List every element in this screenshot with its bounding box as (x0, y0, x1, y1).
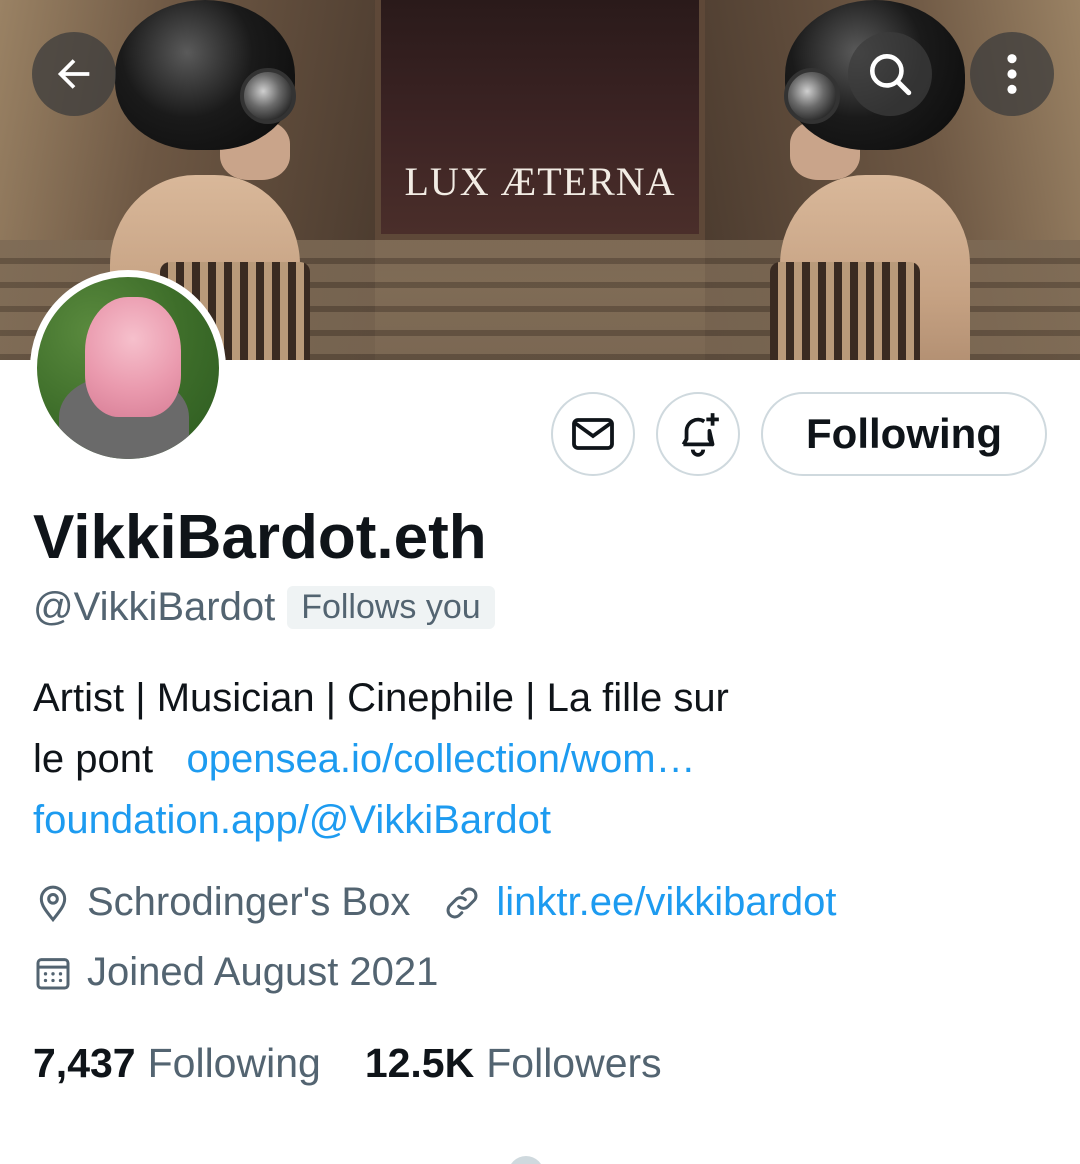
followers-count[interactable]: 12.5K (365, 1040, 474, 1087)
more-button[interactable] (970, 32, 1054, 116)
bio-line-3: foundation.app/@VikkiBardot (33, 790, 1033, 851)
location-pin-icon (39, 885, 67, 922)
more-vertical-icon (1007, 54, 1017, 94)
bio-link-foundation[interactable]: foundation.app/@VikkiBardot (33, 798, 551, 842)
display-name: VikkiBardot.eth (33, 503, 487, 572)
bio-line-2: le pont opensea.io/collection/wom… (33, 737, 696, 781)
banner-title: LUX ÆTERNA (404, 159, 676, 204)
avatar[interactable] (30, 270, 226, 466)
calendar-icon (36, 957, 70, 989)
following-label[interactable]: Following (148, 1040, 321, 1087)
following-button[interactable]: Following (761, 392, 1047, 476)
message-button[interactable] (551, 392, 635, 476)
notify-button[interactable] (656, 392, 740, 476)
arrow-left-icon (57, 59, 90, 89)
back-button[interactable] (32, 32, 116, 116)
mail-icon (572, 418, 614, 450)
search-icon (870, 54, 912, 96)
handle-row: @VikkiBardot Follows you (33, 585, 495, 630)
meta-row-joined: Joined August 2021 (33, 950, 470, 995)
link-icon (446, 887, 478, 918)
joined-item: Joined August 2021 (33, 950, 438, 995)
follows-you-badge: Follows you (287, 586, 495, 629)
meta-row-location: Schrodinger's Box linktr.ee/vikkibardot (33, 880, 869, 925)
follow-stats: 7,437 Following 12.5K Followers (33, 1040, 706, 1087)
location-text: Schrodinger's Box (87, 880, 411, 924)
website-item[interactable]: linktr.ee/vikkibardot (442, 880, 837, 925)
handle: @VikkiBardot (33, 585, 276, 629)
website-link[interactable]: linktr.ee/vikkibardot (496, 880, 836, 925)
search-button[interactable] (848, 32, 932, 116)
bio: Artist | Musician | Cinephile | La fille… (33, 668, 1033, 851)
followers-label[interactable]: Followers (486, 1040, 661, 1087)
bell-plus-icon (681, 413, 719, 457)
bio-link-opensea[interactable]: opensea.io/collection/wom… (186, 737, 695, 781)
scroll-indicator (508, 1156, 544, 1164)
following-count[interactable]: 7,437 (33, 1040, 136, 1087)
joined-text: Joined August 2021 (87, 950, 439, 994)
location-item: Schrodinger's Box (33, 880, 410, 925)
bio-line-1: Artist | Musician | Cinephile | La fille… (33, 676, 729, 720)
